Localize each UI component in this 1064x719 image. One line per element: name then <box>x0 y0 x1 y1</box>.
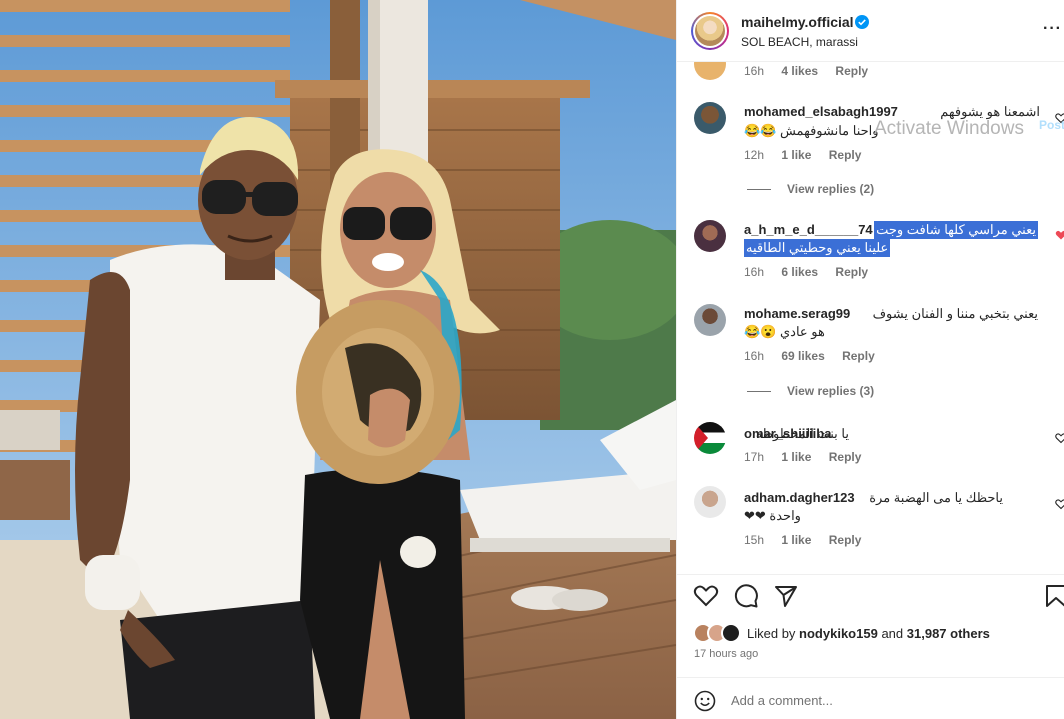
view-replies-button[interactable]: View replies (2) <box>747 182 874 196</box>
comment-meta: 12h 1 like Reply <box>744 148 875 162</box>
commenter-username[interactable]: mohamed_elsabagh1997 <box>744 104 898 119</box>
emoji-icon[interactable] <box>694 690 716 712</box>
commenter-username[interactable]: a_h_m_e_d______74 <box>744 222 873 237</box>
liked-by-others[interactable]: 31,987 others <box>907 626 990 641</box>
reply-button[interactable]: Reply <box>842 349 875 363</box>
commenter-avatar[interactable] <box>694 486 726 518</box>
comment-like-icon[interactable] <box>1055 498 1064 510</box>
comment-text: يا بنت المحظوظه <box>755 426 849 441</box>
comment-meta: 17h 1 like Reply <box>744 450 875 464</box>
reply-button[interactable]: Reply <box>835 64 868 78</box>
owner-avatar[interactable] <box>691 12 729 50</box>
comment-text-line2: واحدة ❤❤ <box>744 508 801 523</box>
commenter-username[interactable]: adham.dagher123 <box>744 490 855 505</box>
flag-icon <box>694 422 708 454</box>
reply-button[interactable]: Reply <box>835 265 868 279</box>
photo-illustration <box>0 0 676 719</box>
comment-meta: 16h 4 likes Reply <box>744 64 882 78</box>
commenter-avatar[interactable] <box>694 102 726 134</box>
comment-bubble-icon[interactable] <box>733 583 759 609</box>
liked-by-and: and <box>881 626 904 641</box>
comment-meta: 16h 69 likes Reply <box>744 349 889 363</box>
comment-likes[interactable]: 1 like <box>781 450 811 464</box>
reply-button[interactable]: Reply <box>829 148 862 162</box>
comment-meta: 15h 1 like Reply <box>744 533 875 547</box>
commenter-avatar[interactable] <box>694 62 726 80</box>
activate-windows-watermark: Activate Windows <box>874 118 1024 139</box>
comment-liked-icon[interactable] <box>1055 229 1064 241</box>
comment-time: 16h <box>744 64 765 78</box>
comment-likes[interactable]: 6 likes <box>781 265 818 279</box>
commenter-avatar[interactable] <box>694 422 726 454</box>
liked-by-text: Liked by nodykiko159 and 31,987 others <box>747 626 990 641</box>
comment-likes[interactable]: 1 like <box>781 533 811 547</box>
post-photo[interactable] <box>0 0 676 719</box>
verified-badge-icon <box>855 15 869 29</box>
add-comment-bar <box>677 677 1064 719</box>
post-detail-panel: maihelmy.official SOL BEACH, marassi ···… <box>676 0 1064 719</box>
liked-by-prefix: Liked by <box>747 626 796 641</box>
owner-username[interactable]: maihelmy.official <box>741 14 854 30</box>
comment-text: يعني مراسي كلها شافت وجت <box>874 221 1038 239</box>
comment-likes[interactable]: 69 likes <box>781 349 824 363</box>
commenter-avatar[interactable] <box>694 220 726 252</box>
comment-input[interactable] <box>731 688 931 712</box>
reply-button[interactable]: Reply <box>829 533 862 547</box>
comment-time: 16h <box>744 349 765 363</box>
post-comment-button[interactable]: Post <box>1039 118 1064 132</box>
liked-by-user[interactable]: nodykiko159 <box>799 626 878 641</box>
post-actions: Liked by nodykiko159 and 31,987 others 1… <box>677 574 1064 719</box>
comment-likes[interactable]: 4 likes <box>781 64 818 78</box>
comment-time: 17h <box>744 450 765 464</box>
post-timestamp[interactable]: 17 hours ago <box>694 648 758 660</box>
comment-text-line2: واحنا مانشوفهمش 😂😂 <box>744 123 879 138</box>
more-options-icon[interactable]: ··· <box>1043 20 1062 38</box>
comment-text-line2: علينا يعني وحطيتي الطاقيه <box>744 239 891 257</box>
post-location[interactable]: SOL BEACH, marassi <box>741 35 858 49</box>
comment-meta: 16h 6 likes Reply <box>744 265 882 279</box>
like-heart-icon[interactable] <box>693 583 719 609</box>
comment-text-line2: هو عادي 😮😂 <box>744 324 825 339</box>
comment-text: ياحظك يا مى الهضبة مرة <box>869 490 1003 505</box>
liker-avatar <box>721 623 741 643</box>
comment-time: 15h <box>744 533 765 547</box>
share-send-icon[interactable] <box>773 583 799 609</box>
commenter-username[interactable]: mohame.serag99 <box>744 306 850 321</box>
comment-time: 12h <box>744 148 765 162</box>
commenter-avatar[interactable] <box>694 304 726 336</box>
reply-button[interactable]: Reply <box>829 450 862 464</box>
view-replies-button[interactable]: View replies (3) <box>747 384 874 398</box>
post-header: maihelmy.official SOL BEACH, marassi ··· <box>677 0 1064 62</box>
comment-text: يعني بتخبي مننا و الفنان يشوف <box>872 306 1038 321</box>
comment-like-icon[interactable] <box>1055 432 1064 444</box>
save-bookmark-icon[interactable] <box>1043 583 1064 609</box>
comment-time: 16h <box>744 265 765 279</box>
comment-likes[interactable]: 1 like <box>781 148 811 162</box>
